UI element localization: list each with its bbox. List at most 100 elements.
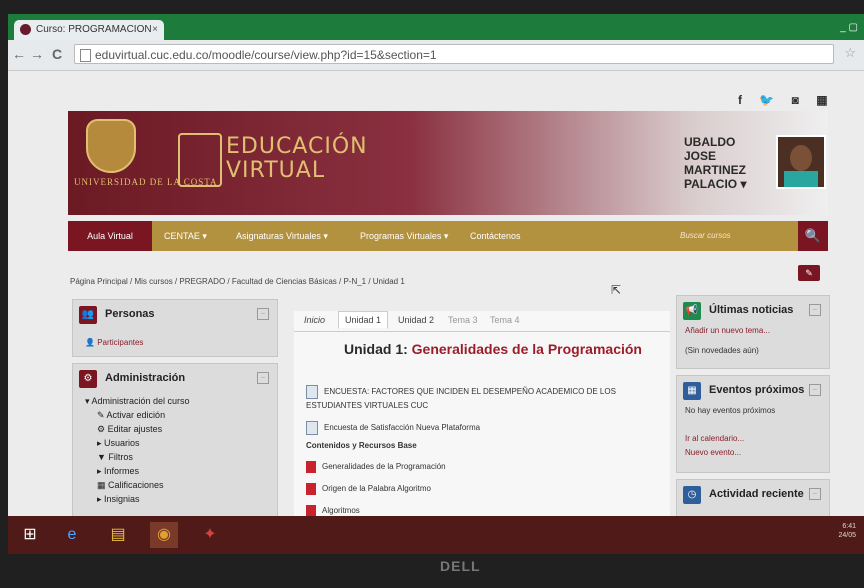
admin-gears-icon: ⚙ (79, 370, 97, 388)
collapse-icon[interactable]: – (809, 304, 821, 316)
survey-factores-line2[interactable]: ESTUDIANTES VIRTUALES CUC (306, 401, 428, 410)
survey-icon (306, 421, 318, 435)
tab-tema-3[interactable]: Tema 3 (448, 315, 478, 325)
browser-tabstrip: Curso: PROGRAMACION × _ ▢ (8, 14, 864, 40)
block-header: 📢 Últimas noticias – (683, 302, 823, 320)
unit-name: Generalidades de la Programación (411, 341, 642, 357)
tab-tema-4[interactable]: Tema 4 (490, 315, 520, 325)
collapse-icon[interactable]: – (809, 384, 821, 396)
nav-asignaturas[interactable]: Asignaturas Virtuales ▾ (236, 221, 328, 251)
file-explorer-icon[interactable]: ▤ (104, 522, 132, 548)
url-text: eduvirtual.cuc.edu.co/moodle/course/view… (95, 48, 437, 62)
megaphone-icon: 📢 (683, 302, 701, 320)
section-tabs: Inicio Unidad 1 Unidad 2 Tema 3 Tema 4 (294, 311, 670, 332)
no-events-text: No hay eventos próximos (685, 406, 776, 415)
facebook-icon[interactable]: f (738, 93, 742, 107)
admin-course-node[interactable]: ▾ Administración del curso (85, 394, 190, 408)
reload-button[interactable]: C (52, 46, 62, 62)
course-content: Inicio Unidad 1 Unidad 2 Tema 3 Tema 4 U… (294, 311, 670, 531)
forward-button[interactable]: → (30, 46, 44, 62)
avatar[interactable] (776, 135, 826, 189)
bookmark-star-icon[interactable]: ☆ (844, 45, 856, 61)
no-news-text: (Sin novedades aún) (685, 346, 759, 355)
people-icon: 👥 (79, 306, 97, 324)
collapse-icon[interactable]: – (257, 308, 269, 320)
reports-node[interactable]: ▸ Informes (85, 464, 190, 478)
user-icon: 👤 (85, 338, 98, 347)
section-heading: Contenidos y Recursos Base (306, 441, 417, 450)
collapse-icon[interactable]: – (809, 488, 821, 500)
survey-title-line1: ENCUESTA: FACTORES QUE INCIDEN EL DESEMP… (324, 387, 616, 397)
instagram-icon[interactable]: ◙ (792, 93, 799, 107)
filters-link[interactable]: ▼ Filtros (85, 450, 190, 464)
user-name-line2: MARTINEZ (684, 163, 746, 177)
nav-contactenos[interactable]: Contáctenos (470, 221, 521, 251)
block-header: ⚙ Administración – (79, 370, 271, 388)
tab-unidad-2[interactable]: Unidad 2 (398, 315, 434, 325)
tab-inicio[interactable]: Inicio (304, 315, 325, 325)
site-title-line1: EDUCACIÓN (226, 134, 368, 159)
edit-settings-link[interactable]: ⚙ Editar ajustes (85, 422, 190, 436)
page-icon (80, 49, 91, 62)
admin-tree: ▾ Administración del curso ✎ Activar edi… (85, 394, 190, 506)
windows-taskbar: ⊞ e ▤ ◉ ✦ 6:41 24/05 (8, 516, 864, 554)
unit-prefix: Unidad 1: (344, 341, 412, 357)
back-button[interactable]: ← (12, 46, 26, 62)
moodle-page: f 🐦 ◙ ▦ UNIVERSIDAD DE LA COSTA EDUCACIÓ… (8, 71, 864, 535)
resource-item[interactable]: Generalidades de la Programación (306, 461, 446, 473)
main-navigation: Aula Virtual CENTAE ▾ Asignaturas Virtua… (68, 221, 828, 251)
mouse-cursor-icon: ⇱ (611, 283, 622, 297)
participants-row: 👤 Participantes (85, 332, 143, 350)
clock-time: 6:41 (842, 523, 856, 530)
block-news: 📢 Últimas noticias – Añadir un nuevo tem… (676, 295, 830, 369)
grades-link[interactable]: ▦ Calificaciones (85, 478, 190, 492)
survey-title: Encuesta de Satisfacción Nueva Plataform… (324, 423, 481, 433)
toggle-edit-link[interactable]: ✎ Activar edición (85, 408, 190, 422)
browser-tab[interactable]: Curso: PROGRAMACION × (14, 20, 164, 40)
calendar-icon: ▦ (683, 382, 701, 400)
add-topic-link[interactable]: Añadir un nuevo tema... (685, 326, 770, 335)
block-title: Eventos próximos (709, 384, 805, 396)
youtube-icon[interactable]: ▦ (816, 93, 827, 107)
nav-programas[interactable]: Programas Virtuales ▾ (360, 221, 448, 251)
badges-node[interactable]: ▸ Insignias (85, 492, 190, 506)
tab-unidad-1[interactable]: Unidad 1 (338, 311, 389, 329)
twitter-icon[interactable]: 🐦 (759, 93, 774, 107)
breadcrumb[interactable]: Página Principal / Mis cursos / PREGRADO… (70, 277, 405, 286)
browser-toolbar: ← → C eduvirtual.cuc.edu.co/moodle/cours… (8, 40, 864, 71)
user-menu[interactable]: UBALDO JOSE MARTINEZ PALACIO ▾ (684, 135, 770, 191)
collapse-icon[interactable]: – (257, 372, 269, 384)
nav-centae[interactable]: CENTAE ▾ (164, 221, 207, 251)
search-button[interactable]: 🔍 (798, 221, 828, 251)
resource-title: Origen de la Palabra Algoritmo (322, 484, 431, 494)
calendar-link[interactable]: Ir al calendario... (685, 434, 744, 443)
edit-gear-button[interactable]: ✎ (798, 265, 820, 281)
survey-satisfaccion[interactable]: Encuesta de Satisfacción Nueva Plataform… (306, 421, 480, 435)
block-personas: 👥 Personas – 👤 Participantes (72, 299, 278, 357)
internet-explorer-icon[interactable]: e (58, 522, 86, 548)
nav-aula-virtual[interactable]: Aula Virtual (68, 221, 152, 251)
site-title: EDUCACIÓN VIRTUAL (226, 135, 368, 183)
block-title: Personas (105, 308, 155, 320)
chrome-icon[interactable]: ◉ (150, 522, 178, 548)
new-event-link[interactable]: Nuevo evento... (685, 448, 741, 457)
search-input[interactable]: Buscar cursos (680, 221, 798, 251)
resource-item[interactable]: Origen de la Palabra Algoritmo (306, 483, 431, 495)
survey-factores[interactable]: ENCUESTA: FACTORES QUE INCIDEN EL DESEMP… (306, 385, 616, 399)
resource-title: Generalidades de la Programación (322, 462, 446, 472)
avatar-shirt (784, 171, 818, 187)
address-bar[interactable]: eduvirtual.cuc.edu.co/moodle/course/view… (74, 44, 834, 64)
window-controls[interactable]: _ ▢ (840, 22, 858, 33)
participants-link[interactable]: Participantes (97, 338, 143, 347)
university-shield-icon[interactable] (86, 119, 136, 173)
users-node[interactable]: ▸ Usuarios (85, 436, 190, 450)
resource-title: Algoritmos (322, 506, 360, 516)
block-header: 👥 Personas – (79, 306, 271, 324)
app-icon[interactable]: ✦ (196, 522, 224, 548)
block-header: ▦ Eventos próximos – (683, 382, 823, 400)
block-administracion: ⚙ Administración – ▾ Administración del … (72, 363, 278, 535)
close-tab-icon[interactable]: × (152, 20, 158, 40)
pdf-icon (306, 483, 316, 495)
windows-start-icon[interactable]: ⊞ (16, 522, 44, 548)
system-tray[interactable]: 6:41 24/05 (838, 522, 856, 540)
